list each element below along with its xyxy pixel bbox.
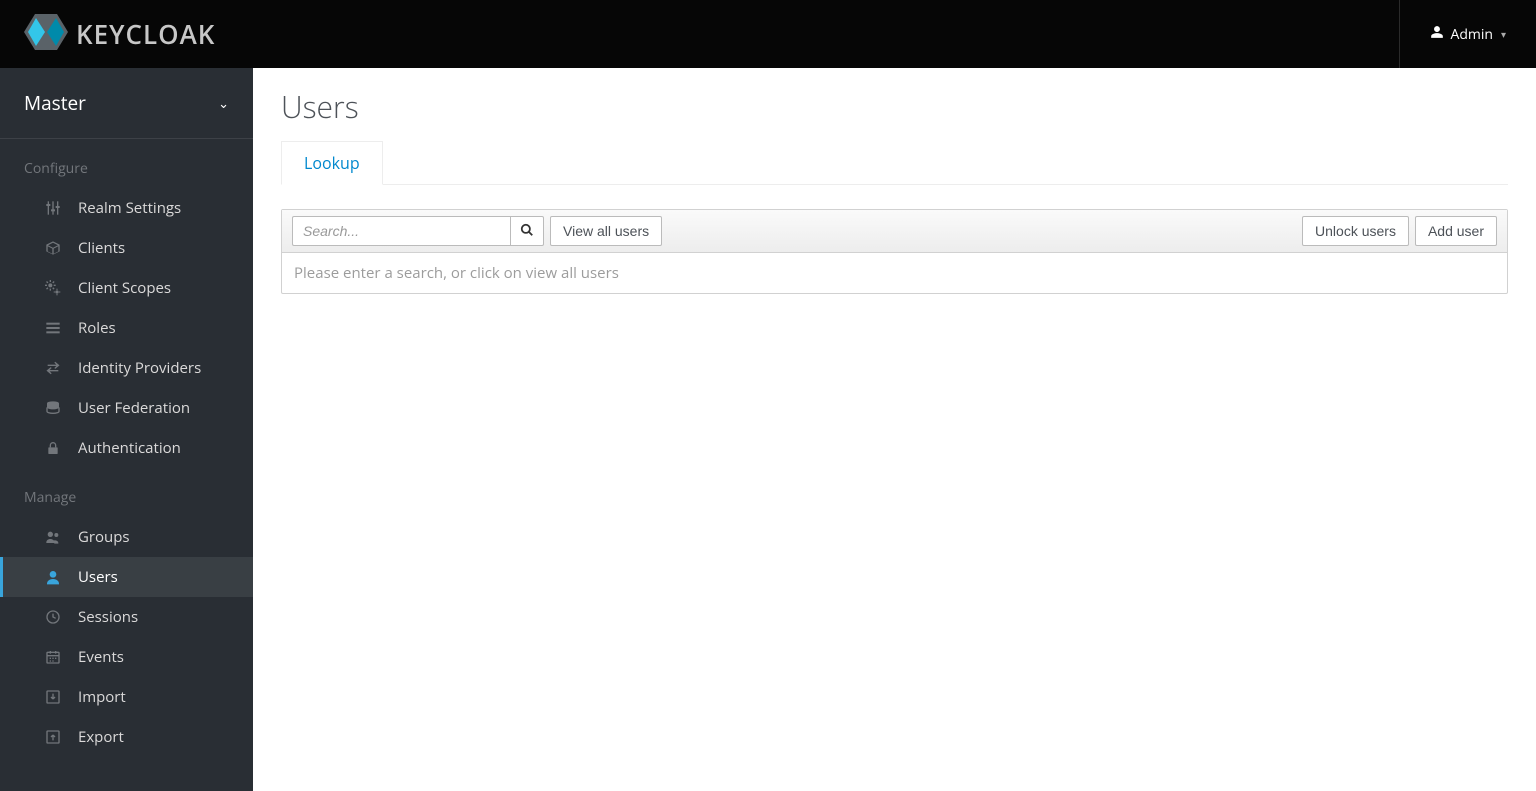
sidebar-item-label: Export <box>78 727 124 747</box>
chevron-down-icon: ⌄ <box>218 94 229 112</box>
clock-icon <box>44 609 62 625</box>
brand[interactable]: KEYCLOAK <box>24 14 215 55</box>
sidebar-item-label: Identity Providers <box>78 358 201 378</box>
toolbar: View all users Unlock users Add user <box>282 210 1507 253</box>
user-menu[interactable]: Admin ▾ <box>1399 0 1516 68</box>
view-all-users-button[interactable]: View all users <box>550 216 662 246</box>
realm-selector[interactable]: Master ⌄ <box>0 68 253 139</box>
sidebar-item-authentication[interactable]: Authentication <box>0 428 253 468</box>
add-user-button[interactable]: Add user <box>1415 216 1497 246</box>
sidebar-item-label: Clients <box>78 238 125 258</box>
sidebar-item-events[interactable]: Events <box>0 637 253 677</box>
sidebar-item-user-federation[interactable]: User Federation <box>0 388 253 428</box>
brand-text: KEYCLOAK <box>76 16 215 52</box>
tabs: Lookup <box>281 141 1508 185</box>
tab-lookup[interactable]: Lookup <box>281 141 383 185</box>
sidebar-item-export[interactable]: Export <box>0 717 253 757</box>
search-icon <box>520 223 534 240</box>
empty-state-message: Please enter a search, or click on view … <box>282 253 1507 293</box>
lock-icon <box>44 440 62 456</box>
sidebar-item-groups[interactable]: Groups <box>0 517 253 557</box>
sidebar-item-label: Client Scopes <box>78 278 171 298</box>
sidebar-item-label: Authentication <box>78 438 181 458</box>
user-menu-label: Admin <box>1450 25 1493 44</box>
page-title: Users <box>281 86 1508 127</box>
user-icon <box>1430 25 1444 44</box>
sidebar-item-label: Users <box>78 567 118 587</box>
sidebar-item-label: Roles <box>78 318 116 338</box>
main-content: Users Lookup View all users Unlock users… <box>253 68 1536 791</box>
sidebar-item-label: Realm Settings <box>78 198 181 218</box>
import-icon <box>44 689 62 705</box>
exchange-icon <box>44 360 62 376</box>
sidebar-item-clients[interactable]: Clients <box>0 228 253 268</box>
cube-icon <box>44 240 62 256</box>
chevron-down-icon: ▾ <box>1501 27 1506 41</box>
sidebar-item-sessions[interactable]: Sessions <box>0 597 253 637</box>
sidebar-item-label: Events <box>78 647 124 667</box>
database-icon <box>44 400 62 416</box>
sidebar-item-label: Sessions <box>78 607 138 627</box>
realm-name: Master <box>24 90 86 116</box>
sidebar-item-users[interactable]: Users <box>0 557 253 597</box>
sidebar-section-header: Manage <box>0 468 253 517</box>
export-icon <box>44 729 62 745</box>
sidebar: Master ⌄ Configure Realm Settings Clients C… <box>0 68 253 791</box>
sidebar-item-label: Groups <box>78 527 130 547</box>
sidebar-item-label: Import <box>78 687 126 707</box>
sidebar-item-realm-settings[interactable]: Realm Settings <box>0 188 253 228</box>
keycloak-logo-icon <box>24 14 68 55</box>
sliders-icon <box>44 200 62 216</box>
list-icon <box>44 320 62 336</box>
top-navbar: KEYCLOAK Admin ▾ <box>0 0 1536 68</box>
users-panel: View all users Unlock users Add user Ple… <box>281 209 1508 294</box>
unlock-users-button[interactable]: Unlock users <box>1302 216 1409 246</box>
cogs-icon <box>44 280 62 296</box>
sidebar-item-import[interactable]: Import <box>0 677 253 717</box>
sidebar-item-label: User Federation <box>78 398 190 418</box>
sidebar-section-header: Configure <box>0 139 253 188</box>
search-input[interactable] <box>292 216 510 246</box>
user-icon <box>44 569 62 585</box>
calendar-icon <box>44 649 62 665</box>
sidebar-item-client-scopes[interactable]: Client Scopes <box>0 268 253 308</box>
group-icon <box>44 529 62 545</box>
sidebar-item-identity-providers[interactable]: Identity Providers <box>0 348 253 388</box>
search-button[interactable] <box>510 216 544 246</box>
sidebar-item-roles[interactable]: Roles <box>0 308 253 348</box>
